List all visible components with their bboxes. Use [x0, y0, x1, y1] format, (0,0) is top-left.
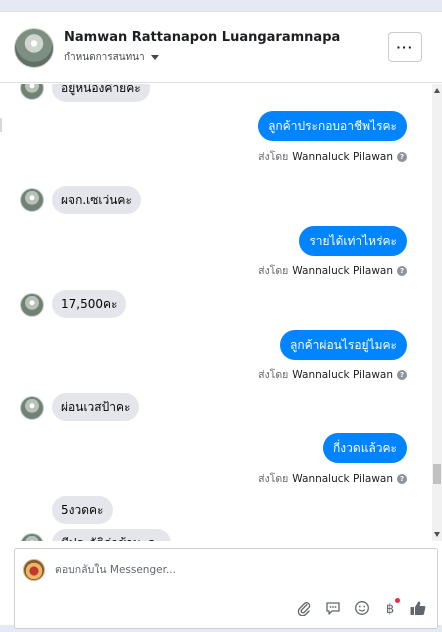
sent-by-label: ส่งโดย Wannaluck Pilawan ?	[258, 366, 407, 383]
incoming-message: ผ่อนเวสป้าคะ	[52, 393, 140, 421]
contact-avatar-small	[20, 84, 44, 100]
conversation-header: Namwan Rattanapon Luangaramnapa กำหนดการ…	[0, 12, 442, 83]
sender-name[interactable]: Wannaluck Pilawan	[292, 473, 393, 485]
help-icon[interactable]: ?	[397, 369, 407, 380]
notification-dot	[395, 598, 400, 603]
reply-composer: ฿	[14, 548, 438, 629]
sent-by-label: ส่งโดย Wannaluck Pilawan ?	[258, 262, 407, 279]
incoming-message: 5งวดคะ	[52, 496, 113, 524]
contact-name[interactable]: Namwan Rattanapon Luangaramnapa	[64, 30, 340, 45]
help-icon[interactable]: ?	[397, 265, 407, 276]
caret-down-icon	[150, 55, 159, 60]
thumbs-up-icon[interactable]	[409, 599, 427, 617]
outgoing-message: ลูกค้าประกอบอาชีพไรคะ	[258, 111, 407, 141]
help-icon[interactable]: ?	[397, 151, 407, 162]
contact-avatar-small	[20, 293, 44, 317]
sent-by-label: ส่งโดย Wannaluck Pilawan ?	[258, 148, 407, 165]
sent-by-prefix: ส่งโดย	[258, 473, 289, 485]
scroll-up-icon[interactable]	[434, 88, 440, 93]
svg-text:฿: ฿	[386, 602, 394, 616]
incoming-message: 17,500คะ	[52, 290, 127, 318]
incoming-message: มีประวัติล่าช้านะคะ	[52, 529, 172, 541]
outgoing-message: รายได้เท่าไหร่คะ	[299, 226, 407, 256]
comment-icon[interactable]	[324, 599, 342, 617]
conversation-settings-dropdown[interactable]: กำหนดการสนทนา	[64, 50, 159, 65]
scroll-down-icon[interactable]	[434, 532, 440, 537]
outgoing-message: ลูกค้าผ่อนไรอยู่ไมคะ	[280, 330, 407, 360]
reply-input[interactable]	[55, 559, 425, 581]
contact-avatar-small	[20, 188, 44, 212]
emoji-icon[interactable]	[353, 599, 371, 617]
page-avatar	[23, 559, 45, 581]
sent-by-label: ส่งโดย Wannaluck Pilawan ?	[258, 470, 407, 487]
contact-avatar-small	[20, 533, 44, 541]
sent-by-prefix: ส่งโดย	[258, 265, 289, 277]
sender-name[interactable]: Wannaluck Pilawan	[292, 369, 393, 381]
scrollbar-thumb[interactable]	[433, 464, 441, 484]
thread-scrollbar[interactable]	[432, 84, 442, 541]
outgoing-message: กี่งวดแล้วคะ	[323, 433, 407, 463]
more-options-button[interactable]: ···	[388, 32, 422, 62]
conversation-settings-label: กำหนดการสนทนา	[64, 52, 145, 63]
help-icon[interactable]: ?	[397, 473, 407, 484]
baht-icon[interactable]: ฿	[381, 598, 400, 617]
sender-name[interactable]: Wannaluck Pilawan	[292, 151, 393, 163]
sent-by-prefix: ส่งโดย	[258, 151, 289, 163]
sender-name[interactable]: Wannaluck Pilawan	[292, 265, 393, 277]
contact-avatar[interactable]	[14, 28, 54, 68]
contact-avatar-small	[20, 396, 44, 420]
paperclip-icon[interactable]	[295, 599, 313, 617]
incoming-message: ผจก.เซเว่นคะ	[52, 186, 141, 214]
message-thread[interactable]: อยู่หน่องค่ายคะ ลูกค้าประกอบอาชีพไรคะ ส่…	[0, 84, 432, 541]
conversation-panel: Namwan Rattanapon Luangaramnapa กำหนดการ…	[0, 11, 442, 629]
incoming-message: อยู่หน่องค่ายคะ	[52, 84, 150, 102]
sent-by-prefix: ส่งโดย	[258, 369, 289, 381]
